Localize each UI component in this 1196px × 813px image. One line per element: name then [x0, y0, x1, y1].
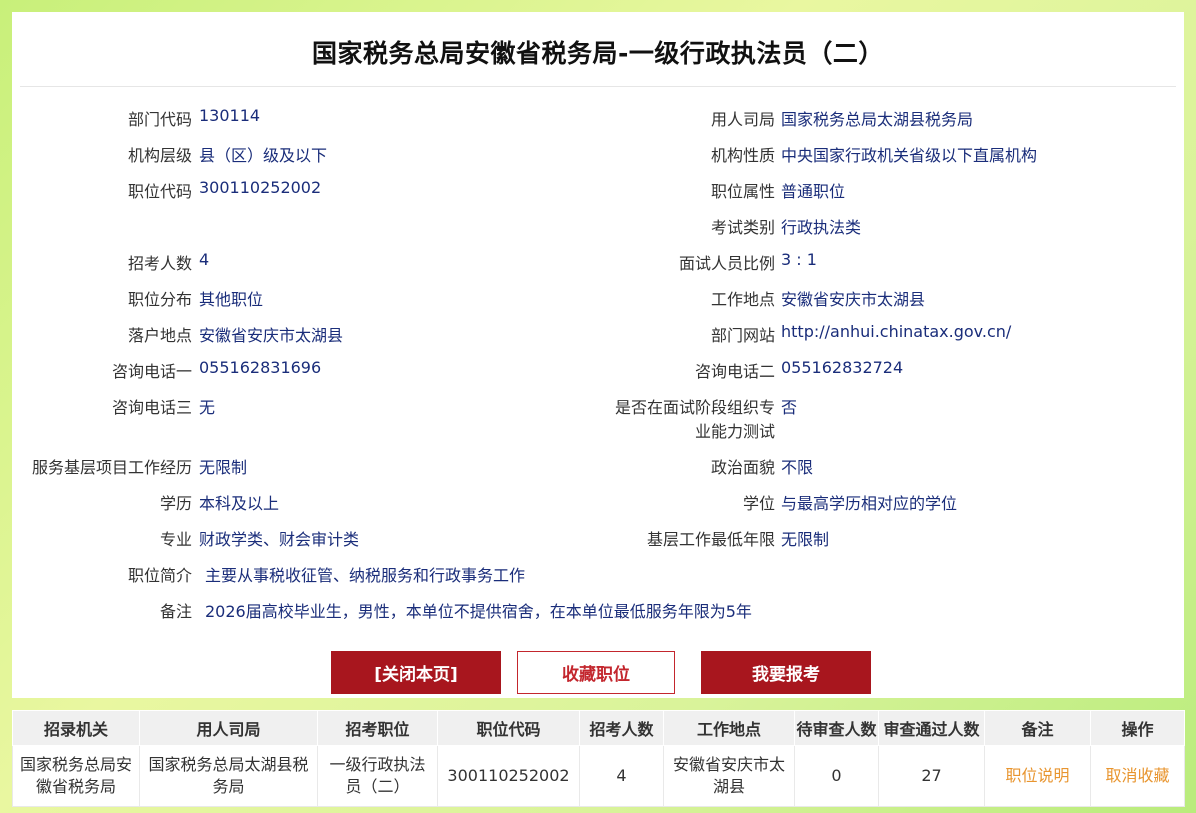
table-header-cell: 备注	[984, 710, 1091, 746]
position-intro-value: 主要从事税收征管、纳税服务和行政事务工作	[205, 566, 526, 585]
phone3-label: 咨询电话三	[111, 398, 192, 417]
degree-label: 学位	[742, 494, 775, 513]
table-header-cell: 招考职位	[317, 710, 438, 746]
favorite-position-button[interactable]: 收藏职位	[517, 651, 675, 694]
title-divider	[20, 86, 1176, 87]
position-code-value: 300110252002	[199, 178, 322, 197]
org-level-label: 机构层级	[127, 146, 192, 165]
table-cell-approved-count: 27	[878, 745, 985, 807]
remarks-value: 2026届高校毕业生，男性，本单位不提供宿舍，在本单位最低服务年限为5年	[205, 602, 752, 621]
settle-location-label: 落户地点	[127, 326, 192, 345]
min-grassroots-years-value: 无限制	[781, 530, 830, 549]
position-table: 招录机关 用人司局 招考职位 职位代码 招考人数 工作地点 待审查人数 审查通过…	[12, 710, 1185, 807]
phone1-label: 咨询电话一	[111, 362, 192, 381]
dept-website-link[interactable]: http://anhui.chinatax.gov.cn/	[781, 322, 1011, 341]
recruit-count-value: 4	[199, 250, 210, 269]
degree-value: 与最高学历相对应的学位	[781, 494, 958, 513]
org-nature-value: 中央国家行政机关省级以下直属机构	[781, 146, 1038, 165]
cancel-favorite-link[interactable]: 取消收藏	[1090, 745, 1185, 807]
phone3-value: 无	[199, 398, 216, 417]
table-cell-work-location: 安徽省安庆市太湖县	[663, 745, 795, 807]
table-cell-employer: 国家税务总局太湖县税务局	[139, 745, 318, 807]
recruit-count-label: 招考人数	[127, 254, 192, 273]
position-attr-value: 普通职位	[781, 182, 846, 201]
position-distribution-label: 职位分布	[127, 290, 192, 309]
political-status-value: 不限	[781, 458, 814, 477]
page-title: 国家税务总局安徽省税务局-一级行政执法员（二）	[312, 39, 884, 68]
min-grassroots-years-label: 基层工作最低年限	[646, 530, 775, 549]
employer-value: 国家税务总局太湖县税务局	[781, 110, 974, 129]
major-label: 专业	[159, 530, 192, 549]
close-page-button[interactable]: [关闭本页]	[331, 651, 501, 694]
dept-code-value: 130114	[199, 106, 261, 125]
settle-location-value: 安徽省安庆市太湖县	[199, 326, 344, 345]
phone2-label: 咨询电话二	[694, 362, 775, 381]
table-cell-recruit-count: 4	[579, 745, 664, 807]
interview-ratio-value: 3 : 1	[781, 250, 817, 269]
table-header-cell: 招录机关	[12, 710, 140, 746]
table-header-cell: 招考人数	[579, 710, 664, 746]
org-level-value: 县（区）级及以下	[199, 146, 328, 165]
employer-label: 用人司局	[710, 110, 775, 129]
professional-test-value: 否	[781, 398, 798, 417]
table-header-cell: 操作	[1090, 710, 1185, 746]
position-intro-label: 职位简介	[127, 566, 192, 585]
exam-category-label: 考试类别	[710, 218, 775, 237]
political-status-label: 政治面貌	[710, 458, 775, 477]
remarks-label: 备注	[159, 602, 192, 621]
table-header-row: 招录机关 用人司局 招考职位 职位代码 招考人数 工作地点 待审查人数 审查通过…	[12, 710, 1185, 746]
table-row: 国家税务总局安徽省税务局 国家税务总局太湖县税务局 一级行政执法员（二） 300…	[12, 745, 1185, 807]
work-location-value: 安徽省安庆市太湖县	[781, 290, 926, 309]
education-value: 本科及以上	[199, 494, 280, 513]
major-value: 财政学类、财会审计类	[199, 530, 360, 549]
table-header-cell: 待审查人数	[794, 710, 879, 746]
table-cell-agency: 国家税务总局安徽省税务局	[12, 745, 140, 807]
dept-code-label: 部门代码	[127, 110, 192, 129]
position-distribution-value: 其他职位	[199, 290, 264, 309]
phone2-value: 055162832724	[781, 358, 904, 377]
grassroots-project-value: 无限制	[199, 458, 248, 477]
position-description-link[interactable]: 职位说明	[984, 745, 1091, 807]
dept-website-label: 部门网站	[710, 326, 775, 345]
org-nature-label: 机构性质	[710, 146, 775, 165]
position-detail-card: 国家税务总局安徽省税务局-一级行政执法员（二） 部门代码 130114 用人司局…	[12, 12, 1184, 698]
professional-test-label: 是否在面试阶段组织专业能力测试	[614, 398, 775, 441]
work-location-label: 工作地点	[710, 290, 775, 309]
table-cell-pending-count: 0	[794, 745, 879, 807]
grassroots-project-label: 服务基层项目工作经历	[31, 458, 192, 477]
position-attr-label: 职位属性	[710, 182, 775, 201]
table-header-cell: 用人司局	[139, 710, 318, 746]
table-header-cell: 职位代码	[437, 710, 580, 746]
table-cell-position: 一级行政执法员（二）	[317, 745, 438, 807]
phone1-value: 055162831696	[199, 358, 322, 377]
apply-button[interactable]: 我要报考	[701, 651, 871, 694]
exam-category-value: 行政执法类	[781, 218, 862, 237]
table-header-cell: 审查通过人数	[878, 710, 985, 746]
table-cell-position-code: 300110252002	[437, 745, 580, 807]
education-label: 学历	[159, 494, 192, 513]
table-header-cell: 工作地点	[663, 710, 795, 746]
position-code-label: 职位代码	[127, 182, 192, 201]
interview-ratio-label: 面试人员比例	[678, 254, 775, 273]
